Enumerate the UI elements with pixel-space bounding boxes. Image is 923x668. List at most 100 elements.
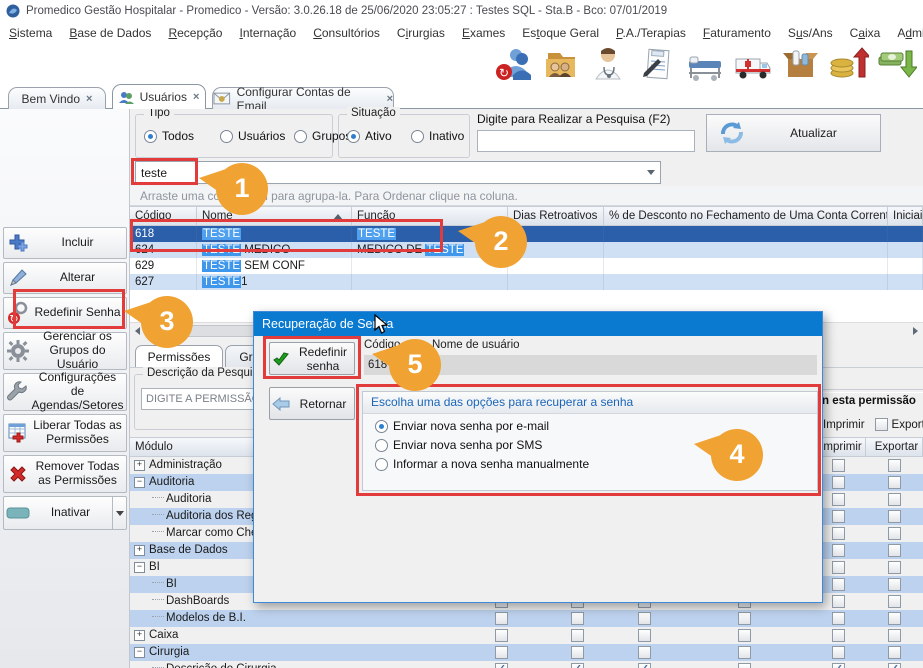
expand-icon[interactable]: + bbox=[134, 460, 145, 471]
ambulance-icon[interactable] bbox=[732, 45, 773, 83]
permission-checkbox-checked[interactable]: ✓ bbox=[571, 663, 584, 668]
permission-checkbox[interactable] bbox=[832, 612, 845, 625]
permission-checkbox[interactable] bbox=[888, 629, 901, 642]
users-refresh-icon[interactable]: ↻ bbox=[492, 45, 533, 83]
permission-checkbox[interactable] bbox=[832, 493, 845, 506]
permission-checkbox-checked[interactable]: ✓ bbox=[638, 663, 651, 668]
tree-row-cirurgia[interactable]: −Cirurgia bbox=[130, 644, 923, 661]
permission-checkbox[interactable] bbox=[832, 544, 845, 557]
permission-checkbox[interactable] bbox=[888, 561, 901, 574]
permission-checkbox[interactable] bbox=[638, 646, 651, 659]
permission-checkbox[interactable] bbox=[888, 595, 901, 608]
permissions-grid-column-header[interactable]: Exportar bbox=[866, 438, 923, 456]
sidebar-button-remover-todas-as-permiss-es[interactable]: Remover Todas as Permissões bbox=[3, 455, 127, 493]
tree-row-modelos-de-b-i-[interactable]: Modelos de B.I. bbox=[130, 610, 923, 627]
permission-checkbox[interactable] bbox=[832, 561, 845, 574]
permission-checkbox[interactable] bbox=[738, 663, 751, 668]
permission-checkbox[interactable] bbox=[832, 629, 845, 642]
permission-checkbox[interactable] bbox=[832, 646, 845, 659]
menu-caixa[interactable]: Caixa bbox=[850, 26, 881, 40]
doctor-icon[interactable] bbox=[588, 45, 629, 83]
sidebar-button-liberar-todas-as-permiss-es[interactable]: Liberar Todas as Permissões bbox=[3, 414, 127, 452]
collapse-icon[interactable]: − bbox=[134, 647, 145, 658]
menu-cirurgias[interactable]: Cirurgias bbox=[397, 26, 445, 40]
tree-row-descri-o-de-cirurgia[interactable]: Descrição de Cirurgia✓✓✓✓✓ bbox=[130, 661, 923, 668]
permission-checkbox[interactable] bbox=[495, 646, 508, 659]
atualizar-button[interactable]: Atualizar bbox=[706, 114, 881, 152]
medical-supplies-icon[interactable] bbox=[780, 45, 821, 83]
prescription-icon[interactable] bbox=[636, 45, 677, 83]
users-grid-row[interactable]: 627TESTE1 bbox=[130, 274, 923, 290]
hospital-bed-icon[interactable] bbox=[684, 45, 725, 83]
menu-base-de-dados[interactable]: Base de Dados bbox=[69, 26, 151, 40]
permission-checkbox[interactable] bbox=[738, 646, 751, 659]
expand-icon[interactable]: + bbox=[134, 545, 145, 556]
permission-checkbox-checked[interactable]: ✓ bbox=[495, 663, 508, 668]
radio-usuarios[interactable]: Usuários bbox=[220, 129, 285, 143]
permission-checkbox[interactable] bbox=[888, 476, 901, 489]
permission-checkbox-checked[interactable]: ✓ bbox=[832, 663, 845, 668]
tree-row-caixa[interactable]: +Caixa bbox=[130, 627, 923, 644]
permission-checkbox[interactable] bbox=[638, 629, 651, 642]
permission-checkbox[interactable] bbox=[571, 612, 584, 625]
checkbox[interactable] bbox=[875, 418, 888, 431]
permission-checkbox[interactable] bbox=[832, 595, 845, 608]
dialog-retornar-button[interactable]: Retornar bbox=[269, 387, 355, 420]
dialog-title-bar[interactable]: Recuperação de Senha bbox=[254, 312, 822, 336]
menu-interna-o[interactable]: Internação bbox=[239, 26, 296, 40]
sidebar-button-configura-es-de-agendas-setores[interactable]: Configurações de Agendas/Setores bbox=[3, 373, 127, 411]
collapse-icon[interactable]: − bbox=[134, 477, 145, 488]
permission-checkbox[interactable] bbox=[738, 629, 751, 642]
users-grid-column-header[interactable]: % de Desconto no Fechamento de Uma Conta… bbox=[604, 207, 888, 225]
quick-check-imprimir[interactable]: Imprimir Exportar bbox=[806, 418, 923, 431]
tab-usuarios[interactable]: Usuários × bbox=[112, 84, 206, 109]
radio-todos[interactable]: Todos bbox=[144, 129, 194, 143]
search-input[interactable] bbox=[477, 130, 695, 152]
permission-checkbox[interactable] bbox=[888, 459, 901, 472]
radio-ativo[interactable]: Ativo bbox=[347, 129, 392, 143]
permission-checkbox[interactable] bbox=[832, 578, 845, 591]
permission-checkbox[interactable] bbox=[888, 527, 901, 540]
permission-checkbox[interactable] bbox=[888, 612, 901, 625]
close-icon[interactable]: × bbox=[86, 93, 92, 105]
chevron-down-icon[interactable] bbox=[642, 170, 660, 175]
menu-administra-o[interactable]: Administração bbox=[897, 26, 923, 40]
menu-recep-o[interactable]: Recepção bbox=[168, 26, 222, 40]
sidebar-button-inativar[interactable]: Inativar bbox=[3, 496, 127, 530]
permission-checkbox[interactable] bbox=[888, 493, 901, 506]
close-icon[interactable]: × bbox=[387, 93, 393, 105]
menu-sistema[interactable]: Sistema bbox=[9, 26, 52, 40]
permission-checkbox[interactable] bbox=[832, 476, 845, 489]
users-grid-column-header[interactable]: Iniciais bbox=[888, 207, 923, 225]
permission-checkbox[interactable] bbox=[638, 612, 651, 625]
permission-checkbox[interactable] bbox=[888, 646, 901, 659]
collapse-icon[interactable]: − bbox=[134, 562, 145, 573]
menu-consult-rios[interactable]: Consultórios bbox=[313, 26, 380, 40]
permission-checkbox[interactable] bbox=[832, 527, 845, 540]
permission-checkbox[interactable] bbox=[888, 544, 901, 557]
money-in-icon[interactable] bbox=[828, 45, 869, 83]
close-icon[interactable]: × bbox=[193, 91, 199, 103]
permission-checkbox[interactable] bbox=[495, 612, 508, 625]
permission-checkbox[interactable] bbox=[888, 578, 901, 591]
scroll-right-icon[interactable] bbox=[913, 327, 918, 335]
inativar-dropdown-icon[interactable] bbox=[112, 497, 126, 529]
permission-checkbox-checked[interactable]: ✓ bbox=[888, 663, 901, 668]
permission-checkbox[interactable] bbox=[571, 629, 584, 642]
menu-estoque-geral[interactable]: Estoque Geral bbox=[522, 26, 599, 40]
folder-users-icon[interactable] bbox=[540, 45, 581, 83]
sidebar-button-incluir[interactable]: Incluir bbox=[3, 227, 127, 259]
money-out-icon[interactable] bbox=[876, 45, 917, 83]
menu-p-a-terapias[interactable]: P.A./Terapias bbox=[616, 26, 686, 40]
permission-checkbox[interactable] bbox=[888, 510, 901, 523]
permission-checkbox[interactable] bbox=[832, 510, 845, 523]
permission-checkbox[interactable] bbox=[832, 459, 845, 472]
menu-faturamento[interactable]: Faturamento bbox=[703, 26, 771, 40]
sidebar-button-gerenciar-os-grupos-do-usu-rio[interactable]: Gerenciar os Grupos do Usuário bbox=[3, 332, 127, 370]
radio-inativo[interactable]: Inativo bbox=[411, 129, 464, 143]
tab-configurar-contas-email[interactable]: Configurar Contas de Email × bbox=[212, 87, 394, 109]
tab-bem-vindo[interactable]: Bem Vindo × bbox=[8, 87, 106, 109]
expand-icon[interactable]: + bbox=[134, 630, 145, 641]
menu-exames[interactable]: Exames bbox=[462, 26, 505, 40]
permission-checkbox[interactable] bbox=[495, 629, 508, 642]
